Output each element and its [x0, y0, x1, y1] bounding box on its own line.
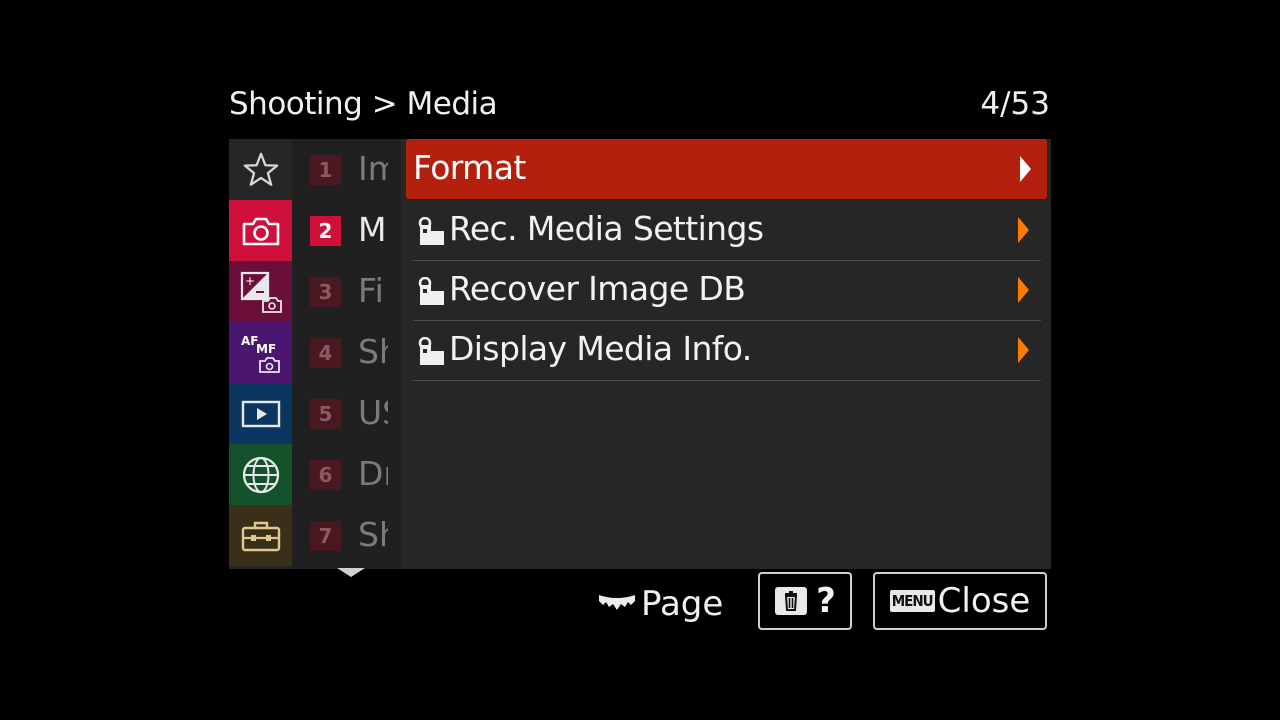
- tab-shooting[interactable]: [229, 200, 292, 261]
- chevron-right-icon: [1018, 337, 1029, 363]
- camera-lock-icon: [418, 277, 444, 305]
- control-wheel-icon: [599, 595, 635, 610]
- page-number: 4: [310, 338, 341, 368]
- camera-lock-icon: [418, 217, 444, 245]
- page-number: 3: [310, 277, 341, 307]
- exposure-compensation-icon: +: [240, 271, 282, 313]
- page-item-2[interactable]: 2 M: [292, 200, 401, 261]
- menu-panel: + AFMF 1 Im 2 M 3 Fi 4 Sh: [229, 139, 1051, 569]
- svg-text:MF: MF: [256, 342, 276, 356]
- menu-key-icon: MENU: [889, 590, 935, 612]
- page-item-5[interactable]: 5 US: [292, 383, 401, 444]
- play-icon: [241, 400, 280, 427]
- page-item-1[interactable]: 1 Im: [292, 139, 401, 200]
- chevron-right-icon: [1018, 277, 1029, 303]
- tab-playback[interactable]: [229, 383, 292, 444]
- tab-network[interactable]: [229, 444, 292, 505]
- menu-list: Format Rec. Media Settings Recover Image…: [401, 139, 1051, 569]
- trash-icon: [775, 587, 808, 615]
- scroll-down-icon[interactable]: [337, 568, 365, 577]
- tab-focus[interactable]: AF MF: [229, 322, 292, 383]
- chevron-right-icon: [1018, 217, 1029, 243]
- tab-setup[interactable]: [229, 505, 292, 566]
- globe-icon: [242, 456, 279, 493]
- af-mf-icon: AFMF: [241, 334, 280, 373]
- category-tabs: + AF MF: [229, 139, 292, 569]
- star-icon: [243, 152, 278, 186]
- page-label: Fi: [358, 271, 384, 310]
- tab-exposure-color[interactable]: +: [229, 261, 292, 322]
- close-label: Close: [937, 581, 1031, 621]
- menu-item-label: Display Media Info.: [449, 329, 752, 368]
- page-label: Dr: [358, 454, 388, 493]
- menu-item-recover-image-db[interactable]: Recover Image DB: [413, 260, 1041, 321]
- page-label: M: [358, 210, 387, 249]
- chevron-right-icon: [1020, 156, 1031, 182]
- camera-icon: [242, 217, 279, 245]
- page-number: 2: [310, 216, 341, 246]
- menu-item-display-media-info[interactable]: Display Media Info.: [413, 320, 1041, 381]
- breadcrumb: Shooting > Media: [229, 86, 498, 122]
- page-hint[interactable]: Page: [597, 580, 723, 628]
- menu-item-format[interactable]: Format: [406, 139, 1047, 199]
- page-label: US: [358, 393, 388, 432]
- page-item-3[interactable]: 3 Fi: [292, 261, 401, 322]
- page-label: Im: [358, 149, 388, 188]
- close-button[interactable]: MENU Close: [873, 572, 1047, 630]
- menu-item-label: Rec. Media Settings: [449, 209, 764, 248]
- help-button[interactable]: ?: [758, 572, 852, 630]
- page-label: Sh: [358, 515, 388, 554]
- page-item-6[interactable]: 6 Dr: [292, 444, 401, 505]
- page-indicator: 4/53: [980, 86, 1050, 122]
- page-number: 6: [310, 460, 341, 490]
- page-number: 1: [310, 155, 341, 185]
- svg-text:+: +: [245, 274, 255, 288]
- help-label: ?: [816, 581, 836, 621]
- page-label: Sh: [358, 332, 388, 371]
- page-hint-label: Page: [641, 584, 724, 624]
- toolbox-icon: [241, 521, 280, 551]
- tab-my-menu[interactable]: [229, 139, 292, 200]
- menu-item-rec-media-settings[interactable]: Rec. Media Settings: [413, 200, 1041, 261]
- page-number: 7: [310, 521, 341, 551]
- page-item-7[interactable]: 7 Sh: [292, 505, 401, 566]
- menu-item-label: Format: [413, 148, 526, 187]
- camera-lock-icon: [418, 337, 444, 365]
- menu-item-label: Recover Image DB: [449, 269, 746, 308]
- page-number: 5: [310, 399, 341, 429]
- page-item-4[interactable]: 4 Sh: [292, 322, 401, 383]
- page-list: 1 Im 2 M 3 Fi 4 Sh 5 US 6 Dr 7 Sh: [292, 139, 401, 569]
